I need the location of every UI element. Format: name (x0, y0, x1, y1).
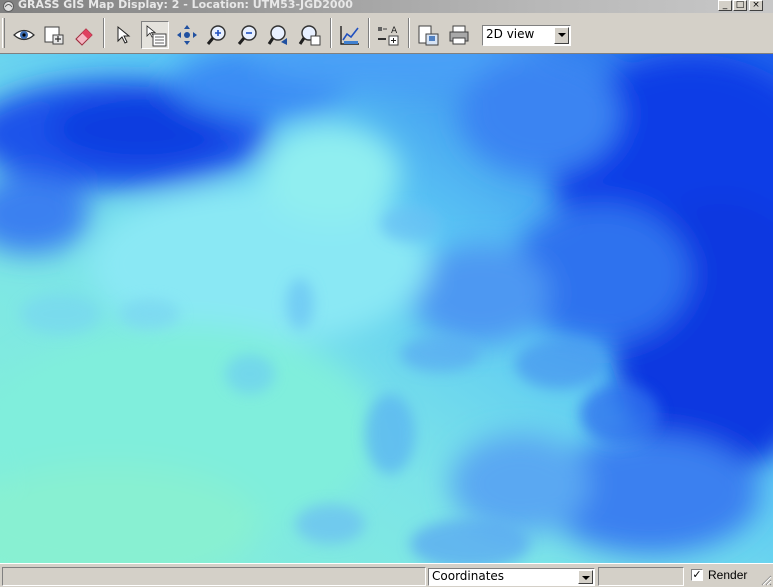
coordinates-field (598, 567, 684, 586)
zoom-menu-button[interactable] (296, 21, 324, 49)
chevron-down-icon[interactable] (578, 570, 593, 584)
minimize-button[interactable]: _ (718, 0, 732, 11)
view-mode-select[interactable]: 2D view (482, 25, 571, 46)
decorations-icon: A (378, 26, 399, 46)
view-mode-value: 2D view (486, 27, 535, 41)
pointer-button[interactable] (110, 21, 138, 49)
render-map-button[interactable] (40, 21, 68, 49)
statusbar-mode-value: Coordinates (432, 569, 505, 583)
pointer-icon (117, 25, 131, 44)
save-image-icon (418, 25, 439, 46)
toolbar-separator (103, 18, 105, 48)
status-message-field (2, 567, 426, 586)
status-bar: Coordinates ✓ Render (0, 563, 773, 587)
analyze-icon (340, 26, 359, 45)
svg-text:A: A (391, 26, 398, 36)
map-canvas[interactable] (0, 54, 773, 563)
zoom-out-icon (237, 25, 257, 45)
analyze-button[interactable] (336, 21, 364, 49)
toolbar-grip[interactable] (2, 18, 5, 48)
zoom-back-button[interactable] (265, 21, 293, 49)
window-title-bar[interactable]: GRASS GIS Map Display: 2 - Location: UTM… (0, 0, 773, 13)
erase-display-button[interactable] (70, 21, 98, 49)
zoom-back-icon (267, 25, 287, 45)
save-image-button[interactable] (414, 21, 442, 49)
toolbar-separator (330, 18, 332, 48)
toolbar-separator (408, 18, 410, 48)
zoom-out-button[interactable] (234, 21, 262, 49)
map-toolbar: A 2D view (0, 13, 773, 54)
resize-grip-icon[interactable] (760, 574, 772, 586)
print-button[interactable] (445, 21, 473, 49)
render-map-icon (44, 26, 64, 45)
elevation-raster (0, 54, 773, 563)
window-title: GRASS GIS Map Display: 2 - Location: UTM… (18, 0, 353, 11)
query-button[interactable] (141, 21, 169, 49)
zoom-menu-icon (298, 25, 321, 46)
eye-icon (13, 29, 35, 41)
decorations-button[interactable]: A (374, 21, 402, 49)
toolbar-separator (368, 18, 370, 48)
pan-icon (177, 25, 197, 45)
chevron-down-icon[interactable] (554, 27, 569, 44)
printer-icon (449, 25, 469, 45)
display-map-button[interactable] (10, 21, 38, 49)
zoom-in-button[interactable] (203, 21, 231, 49)
render-label: Render (708, 568, 748, 582)
grass-app-icon (3, 1, 14, 12)
statusbar-mode-select[interactable]: Coordinates (428, 568, 595, 586)
eraser-icon (75, 28, 93, 46)
render-checkbox[interactable]: ✓ (691, 569, 703, 581)
close-button[interactable]: × (749, 0, 763, 11)
query-icon (146, 25, 167, 47)
zoom-in-icon (206, 25, 226, 45)
maximize-button[interactable]: □ (733, 0, 747, 11)
pan-button[interactable] (173, 21, 201, 49)
